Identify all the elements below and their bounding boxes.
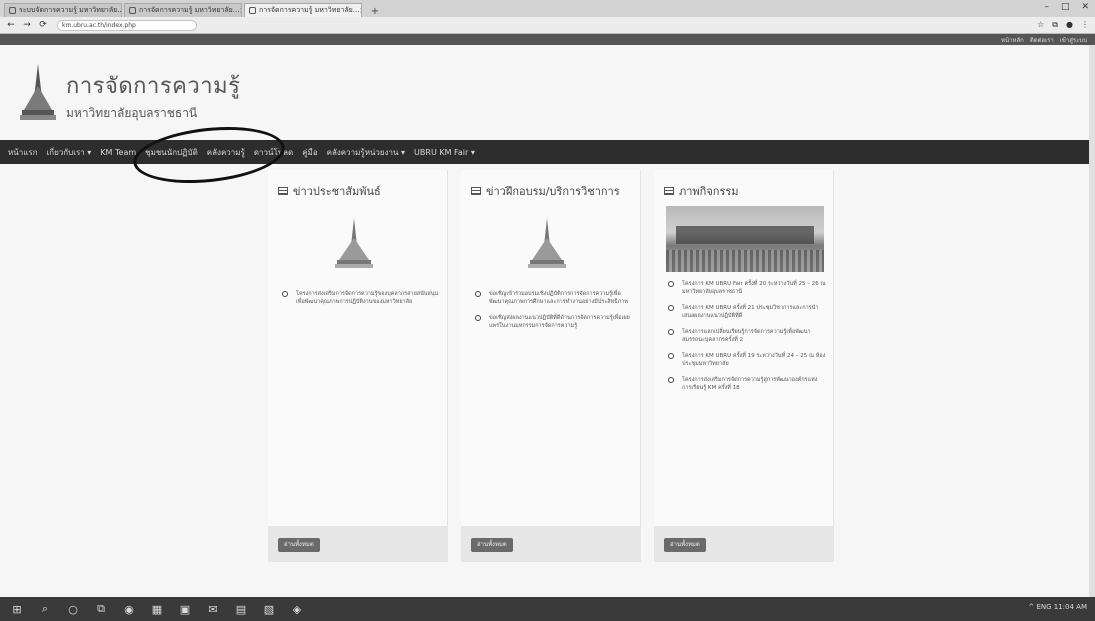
favicon-icon (9, 7, 16, 14)
favicon-icon (129, 7, 136, 14)
training-list: ขอเชิญเข้าร่วมอบรมเชิงปฏิบัติการการจัดกา… (475, 290, 633, 338)
nav-km-team[interactable]: KM Team (100, 148, 136, 157)
activity-list: โครงการ KM UBRU Fair ครั้งที่ 20 ระหว่าง… (668, 280, 826, 400)
site-subtitle: มหาวิทยาลัยอุบลราชธานี (66, 106, 198, 120)
card-header: ข่าวฝึกอบรม/บริการวิชาการ (471, 182, 620, 200)
tab-title: การจัดการความรู้ มหาวิทยาลัย... (139, 6, 240, 14)
list-item[interactable]: โครงการส่งเสริมการจัดการความรู้สู่การพัฒ… (668, 376, 826, 392)
photo-banner (676, 226, 814, 244)
circle-bullet-icon (668, 305, 674, 311)
favicon-icon (249, 7, 256, 14)
profile-icon[interactable]: ● (1066, 20, 1073, 30)
system-tray[interactable]: ^ ENG 11:04 AM (1028, 603, 1087, 611)
nav-home[interactable]: หน้าแรก (8, 146, 38, 159)
hand-drawn-circle-annotation (130, 120, 288, 190)
app-icon[interactable]: ◈ (290, 603, 304, 616)
list-item[interactable]: โครงการ KM UBRU ครั้งที่ 21 ประชุมวิชากา… (668, 304, 826, 320)
top-link-contact[interactable]: ติดต่อเรา (1030, 35, 1054, 45)
browser-tab-bar: ระบบจัดการความรู้ มหาวิทยาลัย...✕ การจัด… (0, 0, 1095, 17)
window-controls: – □ ✕ (1044, 2, 1089, 12)
top-link-login[interactable]: เข้าสู่ระบบ (1060, 35, 1087, 45)
training-news-card: ข่าวฝึกอบรม/บริการวิชาการ ขอเชิญเข้าร่วม… (461, 170, 641, 562)
nav-about[interactable]: เกี่ยวกับเรา ▾ (47, 146, 92, 159)
list-item[interactable]: ขอเชิญส่งผลงานแนวปฏิบัติที่ดีด้านการจัดก… (475, 314, 633, 330)
nav-km-fair[interactable]: UBRU KM Fair ▾ (414, 148, 475, 157)
site-title: การจัดการความรู้ (66, 74, 241, 99)
cortana-icon[interactable]: ○ (66, 603, 80, 616)
card-title[interactable]: ภาพกิจกรรม (679, 182, 739, 200)
browser-app-icon[interactable]: ◉ (122, 603, 136, 616)
card-header: ภาพกิจกรรม (664, 182, 739, 200)
card-footer: อ่านทั้งหมด (461, 526, 641, 562)
new-tab-button[interactable]: + (368, 6, 382, 17)
mail-icon[interactable]: ✉ (206, 603, 220, 616)
card-footer: อ่านทั้งหมด (268, 526, 448, 562)
list-icon (278, 187, 288, 195)
news-list: โครงการส่งเสริมการจัดการความรู้ของบุคลาก… (282, 290, 440, 314)
image-icon (664, 187, 674, 195)
browser-tab-2[interactable]: การจัดการความรู้ มหาวิทยาลัย...✕ (124, 3, 242, 17)
close-window-button[interactable]: ✕ (1081, 2, 1089, 12)
stupa-placeholder-icon (335, 218, 373, 268)
start-icon[interactable]: ⊞ (10, 603, 24, 616)
browser-tab-1[interactable]: ระบบจัดการความรู้ มหาวิทยาลัย...✕ (4, 3, 122, 17)
list-item[interactable]: โครงการ KM UBRU ครั้งที่ 19 ระหว่างวันที… (668, 352, 826, 368)
activity-card: ภาพกิจกรรม โครงการ KM UBRU Fair ครั้งที่… (654, 170, 834, 562)
read-more-button[interactable]: อ่านทั้งหมด (664, 538, 706, 552)
card-footer: อ่านทั้งหมด (654, 526, 834, 562)
excel-app-icon[interactable]: ▧ (262, 603, 276, 616)
list-item[interactable]: โครงการส่งเสริมการจัดการความรู้ของบุคลาก… (282, 290, 440, 306)
list-item[interactable]: ขอเชิญเข้าร่วมอบรมเชิงปฏิบัติการการจัดกา… (475, 290, 633, 306)
circle-bullet-icon (282, 291, 288, 297)
top-link-home[interactable]: หน้าหลัก (1001, 35, 1024, 45)
site-top-strip: หน้าหลัก ติดต่อเรา เข้าสู่ระบบ (0, 34, 1095, 45)
activity-photo[interactable] (666, 206, 824, 272)
maximize-button[interactable]: □ (1061, 2, 1070, 12)
tab-title: การจัดการความรู้ มหาวิทยาลัย... (259, 6, 360, 14)
search-icon[interactable]: ⌕ (38, 602, 52, 616)
star-icon[interactable]: ☆ (1037, 20, 1044, 30)
card-title[interactable]: ข่าวฝึกอบรม/บริการวิชาการ (486, 182, 620, 200)
list-icon (471, 187, 481, 195)
nav-manual[interactable]: คู่มือ (302, 146, 317, 159)
circle-bullet-icon (668, 377, 674, 383)
list-item[interactable]: โครงการ KM UBRU Fair ครั้งที่ 20 ระหว่าง… (668, 280, 826, 296)
close-tab-icon[interactable]: ✕ (359, 7, 361, 15)
extensions-icon[interactable]: ⧉ (1052, 20, 1058, 30)
tab-title: ระบบจัดการความรู้ มหาวิทยาลัย... (19, 6, 122, 14)
list-item[interactable]: โครงการแลกเปลี่ยนเรียนรู้การจัดการความรู… (668, 328, 826, 344)
word-app-icon[interactable]: ▤ (234, 603, 248, 616)
store-icon[interactable]: ▦ (150, 603, 164, 616)
menu-icon[interactable]: ⋮ (1081, 20, 1089, 30)
task-view-icon[interactable]: ⧉ (94, 602, 108, 616)
read-more-button[interactable]: อ่านทั้งหมด (278, 538, 320, 552)
stupa-placeholder-icon (528, 218, 566, 268)
minimize-button[interactable]: – (1044, 2, 1049, 12)
forward-button[interactable]: → (21, 20, 33, 30)
file-explorer-icon[interactable]: ▣ (178, 603, 192, 616)
reload-button[interactable]: ⟳ (37, 20, 49, 30)
nav-unit-knowledge[interactable]: คลังความรู้หน่วยงาน ▾ (327, 146, 405, 159)
page-scrollbar[interactable] (1089, 45, 1095, 597)
news-card: ข่าวประชาสัมพันธ์ โครงการส่งเสริมการจัดก… (268, 170, 448, 562)
close-tab-icon[interactable]: ✕ (239, 7, 241, 15)
circle-bullet-icon (668, 353, 674, 359)
circle-bullet-icon (668, 329, 674, 335)
card-header: ข่าวประชาสัมพันธ์ (278, 182, 381, 200)
browser-toolbar-icons: ☆ ⧉ ● ⋮ (1037, 20, 1089, 30)
photo-crowd (666, 250, 824, 272)
university-logo[interactable] (20, 64, 56, 122)
read-more-button[interactable]: อ่านทั้งหมด (471, 538, 513, 552)
circle-bullet-icon (475, 315, 481, 321)
card-title[interactable]: ข่าวประชาสัมพันธ์ (293, 182, 381, 200)
address-bar-row: ← → ⟳ km.ubru.ac.th/index.php ☆ ⧉ ● ⋮ (0, 17, 1095, 34)
circle-bullet-icon (668, 281, 674, 287)
url-field[interactable]: km.ubru.ac.th/index.php (57, 19, 197, 31)
screen: ระบบจัดการความรู้ มหาวิทยาลัย...✕ การจัด… (0, 0, 1095, 621)
os-taskbar: ⊞ ⌕ ○ ⧉ ◉ ▦ ▣ ✉ ▤ ▧ ◈ ^ ENG 11:04 AM (0, 597, 1095, 621)
circle-bullet-icon (475, 291, 481, 297)
browser-tab-3[interactable]: การจัดการความรู้ มหาวิทยาลัย...✕ (244, 3, 362, 17)
back-button[interactable]: ← (5, 20, 17, 30)
